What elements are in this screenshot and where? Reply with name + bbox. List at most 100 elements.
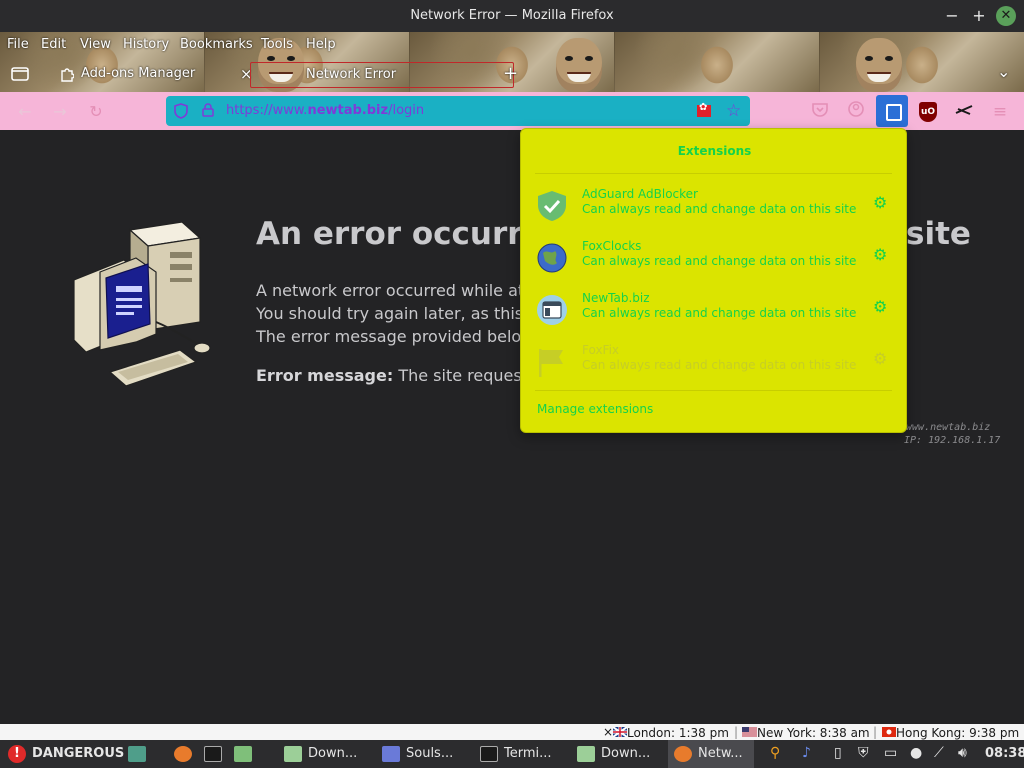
extension-description: Can always read and change data on this … xyxy=(582,306,857,320)
url-domain: newtab.biz xyxy=(307,103,389,118)
extension-item-newtab[interactable]: NewTab.biz Can always read and change da… xyxy=(535,291,895,331)
gear-icon[interactable]: ⚙ xyxy=(873,297,887,316)
extension-name: FoxFix xyxy=(582,343,620,357)
volume-icon[interactable]: 🔊︎ xyxy=(958,745,967,761)
taskbar-label: Termi... xyxy=(504,746,552,761)
uk-flag-icon xyxy=(612,726,628,738)
files-launcher-icon[interactable] xyxy=(234,740,258,768)
user-icon[interactable]: ● xyxy=(910,745,922,761)
window-title: Network Error — Mozilla Firefox xyxy=(410,8,614,23)
extensions-panel-title: Extensions xyxy=(677,144,752,158)
window-titlebar: Network Error — Mozilla Firefox − + ✕ xyxy=(0,0,1024,32)
taskbar-clock[interactable]: 08:38 xyxy=(985,740,1024,768)
us-flag-icon xyxy=(742,727,757,737)
bookmark-star-icon[interactable]: ☆ xyxy=(726,101,741,121)
extension-name: NewTab.biz xyxy=(582,291,650,305)
error-description-line: The error message provided below xyxy=(256,327,535,346)
menu-bookmarks[interactable]: Bookmarks xyxy=(180,37,253,52)
account-icon[interactable] xyxy=(844,100,868,124)
theme-image xyxy=(615,32,820,92)
theme-image xyxy=(820,32,1024,92)
network-icon[interactable]: ⟋ xyxy=(934,745,944,761)
error-title: An error occurre xyxy=(256,216,544,252)
display-icon[interactable]: ▭ xyxy=(884,745,897,761)
maximize-button[interactable]: + xyxy=(969,6,989,26)
divider xyxy=(535,173,892,174)
terminal-launcher-icon[interactable] xyxy=(204,740,228,768)
manage-extensions-link[interactable]: Manage extensions xyxy=(537,402,653,416)
error-message-label: Error message: xyxy=(256,366,394,385)
close-window-button[interactable]: ✕ xyxy=(996,6,1016,26)
pocket-icon[interactable] xyxy=(808,100,832,124)
tab-addons-manager[interactable]: Add-ons Manager × xyxy=(58,62,253,88)
error-message: Error message: The site requested xyxy=(256,366,548,385)
gear-icon[interactable]: ⚙ xyxy=(873,349,887,368)
menu-tools[interactable]: Tools xyxy=(261,37,293,52)
taskbar-item-souls[interactable]: Souls... xyxy=(382,740,453,768)
clock-london: London: 1:38 pm xyxy=(612,725,729,740)
menu-file[interactable]: File xyxy=(7,37,29,52)
theme-face-image xyxy=(856,38,902,92)
clock-new-york: New York: 8:38 am xyxy=(742,725,870,740)
gear-icon[interactable]: ⚙ xyxy=(873,193,887,212)
new-tab-button[interactable]: + xyxy=(503,63,518,84)
url-text[interactable]: https://www.newtab.biz/login xyxy=(226,103,424,118)
clock-close-button[interactable]: × xyxy=(603,725,613,739)
extensions-button[interactable] xyxy=(876,95,908,127)
clock-label: Hong Kong: 9:38 pm xyxy=(896,726,1020,740)
extension-item-foxclocks[interactable]: FoxClocks Can always read and change dat… xyxy=(535,239,895,279)
error-description-line: You should try again later, as this m xyxy=(256,304,544,323)
tracking-shield-icon[interactable] xyxy=(174,103,188,119)
hamburger-menu-icon[interactable]: ≡ xyxy=(988,100,1012,124)
error-side-url: /www.newtab.biz xyxy=(900,422,991,433)
taskbar: ! DANGEROUS Down... Souls... Termi... Dow… xyxy=(0,740,1024,768)
url-bar[interactable]: https://www.newtab.biz/login ☆ xyxy=(166,96,750,126)
firefox-launcher-icon[interactable] xyxy=(174,740,198,768)
firefox-icon xyxy=(674,745,692,762)
search-icon[interactable]: ⚲ xyxy=(770,745,780,761)
show-desktop-icon[interactable] xyxy=(128,740,152,768)
minimize-button[interactable]: − xyxy=(942,6,962,26)
taskbar-item-downloads[interactable]: Down... xyxy=(284,740,357,768)
menu-view[interactable]: View xyxy=(80,37,111,52)
clipboard-icon[interactable]: ▯ xyxy=(834,745,842,761)
clock-hong-kong: Hong Kong: 9:38 pm xyxy=(882,725,1019,740)
error-description-line: A network error occurred while atte xyxy=(256,281,541,300)
url-prefix: https://www. xyxy=(226,103,308,118)
extension-item-foxfix[interactable]: FoxFix Can always read and change data o… xyxy=(535,343,895,383)
tab-label: Add-ons Manager xyxy=(81,66,196,81)
extension-icon[interactable] xyxy=(952,100,976,124)
warning-label: DANGEROUS xyxy=(32,746,125,761)
tab-overview-icon[interactable] xyxy=(11,65,29,85)
menu-help[interactable]: Help xyxy=(306,37,336,52)
gear-icon[interactable]: ⚙ xyxy=(873,245,887,264)
flag-icon xyxy=(535,345,569,379)
ublock-origin-icon[interactable]: uO xyxy=(919,102,937,122)
forward-button[interactable]: → xyxy=(49,101,71,123)
reload-button[interactable]: ↻ xyxy=(85,101,107,123)
extension-description: Can always read and change data on this … xyxy=(582,358,857,372)
back-button[interactable]: ← xyxy=(14,101,36,123)
warning-icon: ! xyxy=(8,744,26,763)
hong-kong-flag-icon[interactable] xyxy=(697,102,711,117)
lock-icon[interactable] xyxy=(202,103,214,121)
extension-item-adguard[interactable]: AdGuard AdBlocker Can always read and ch… xyxy=(535,187,895,227)
list-all-tabs-button[interactable]: ⌄ xyxy=(997,62,1010,81)
menu-edit[interactable]: Edit xyxy=(41,37,66,52)
extension-description: Can always read and change data on this … xyxy=(582,202,857,216)
dangerous-warning-applet[interactable]: ! DANGEROUS xyxy=(8,740,124,768)
clock-label: New York: 8:38 am xyxy=(757,726,870,740)
foxclocks-statusbar: × London: 1:38 pm | New York: 8:38 am | … xyxy=(0,724,1024,740)
taskbar-item-downloads-2[interactable]: Down... xyxy=(577,740,650,768)
extension-name: FoxClocks xyxy=(582,239,642,253)
tab-network-error[interactable]: Network Error xyxy=(250,62,514,88)
tray-app-icon[interactable]: ♪ xyxy=(802,745,811,761)
navigation-toolbar: ← → ↻ https://www.newtab.biz/login ☆ uO … xyxy=(0,92,1024,130)
taskbar-item-terminal[interactable]: Termi... xyxy=(480,740,552,768)
menu-history[interactable]: History xyxy=(123,37,169,52)
divider xyxy=(535,390,892,391)
shield-icon[interactable]: ⛨ xyxy=(858,745,869,761)
taskbar-item-network-error[interactable]: Netw... xyxy=(668,740,754,768)
newtab-window-icon xyxy=(535,293,569,327)
tab-label: Network Error xyxy=(306,67,397,82)
